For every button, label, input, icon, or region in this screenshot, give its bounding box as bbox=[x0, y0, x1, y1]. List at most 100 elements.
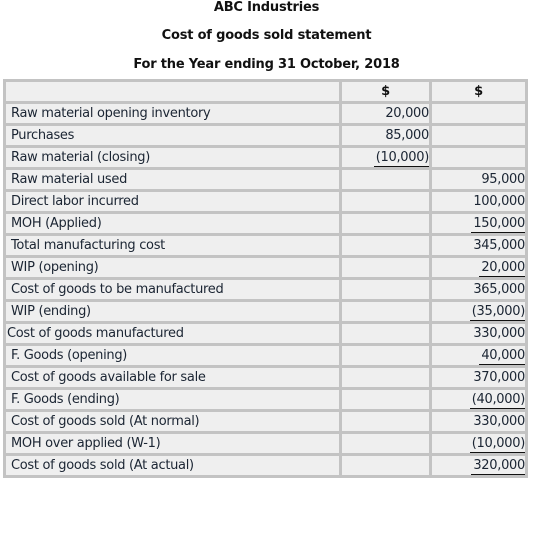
table-row: Direct labor incurred 100,000 bbox=[3, 189, 528, 214]
row-label: Raw material used bbox=[3, 167, 342, 192]
amount-value: 345,000 bbox=[473, 238, 525, 253]
amount-value bbox=[427, 269, 429, 271]
row-amount-1 bbox=[339, 431, 432, 456]
amount-value bbox=[427, 225, 429, 227]
amount-value bbox=[427, 335, 429, 337]
amount-value: 40,000 bbox=[479, 347, 525, 365]
row-label: Cost of goods sold (At normal) bbox=[3, 409, 342, 434]
table-row: Cost of goods sold (At actual) 320,000 bbox=[3, 453, 528, 478]
row-amount-1 bbox=[339, 211, 432, 236]
cogs-table: $ $ Raw material opening inventory 20,000… bbox=[3, 79, 528, 478]
row-amount-2: 95,000 bbox=[429, 167, 528, 192]
amount-value: 330,000 bbox=[473, 326, 525, 341]
row-amount-2 bbox=[429, 123, 528, 148]
row-amount-2: 150,000 bbox=[429, 211, 528, 236]
row-label: Total manufacturing cost bbox=[3, 233, 342, 258]
row-label: Cost of goods manufactured bbox=[3, 321, 342, 346]
row-label: Purchases bbox=[3, 123, 342, 148]
row-amount-2: (10,000) bbox=[429, 431, 528, 456]
table-header-row: $ $ bbox=[3, 79, 528, 104]
row-label: MOH (Applied) bbox=[3, 211, 342, 236]
amount-value bbox=[427, 357, 429, 359]
row-amount-2: 40,000 bbox=[429, 343, 528, 368]
table-row: Raw material used 95,000 bbox=[3, 167, 528, 192]
row-amount-1: (10,000) bbox=[339, 145, 432, 170]
amount-value: 330,000 bbox=[473, 414, 525, 429]
table-row: Cost of goods available for sale 370,000 bbox=[3, 365, 528, 390]
amount-value: (35,000) bbox=[469, 303, 525, 321]
header-label bbox=[3, 79, 342, 104]
amount-value bbox=[427, 247, 429, 249]
header-currency-2: $ bbox=[429, 79, 528, 104]
amount-value: 150,000 bbox=[471, 215, 525, 233]
table-row: Purchases 85,000 bbox=[3, 123, 528, 148]
amount-value: (10,000) bbox=[469, 435, 525, 453]
row-amount-1 bbox=[339, 343, 432, 368]
amount-value: (40,000) bbox=[469, 391, 525, 409]
table-row: Cost of goods manufactured 330,000 bbox=[3, 321, 528, 346]
header-currency-1: $ bbox=[339, 79, 432, 104]
row-label: Raw material (closing) bbox=[3, 145, 342, 170]
row-amount-2: 320,000 bbox=[429, 453, 528, 478]
amount-value: (10,000) bbox=[373, 149, 429, 167]
amount-value bbox=[523, 159, 525, 161]
amount-value bbox=[427, 203, 429, 205]
amount-value bbox=[427, 181, 429, 183]
row-amount-1 bbox=[339, 255, 432, 280]
amount-value: 85,000 bbox=[385, 128, 429, 143]
row-amount-1 bbox=[339, 189, 432, 214]
table-row: MOH over applied (W-1) (10,000) bbox=[3, 431, 528, 456]
row-amount-2: (40,000) bbox=[429, 387, 528, 412]
row-amount-1 bbox=[339, 387, 432, 412]
amount-value: 100,000 bbox=[473, 194, 525, 209]
row-label: Raw material opening inventory bbox=[3, 101, 342, 126]
table-row: Raw material (closing) (10,000) bbox=[3, 145, 528, 170]
amount-value bbox=[427, 379, 429, 381]
table-row: WIP (ending) (35,000) bbox=[3, 299, 528, 324]
table-row: Raw material opening inventory 20,000 bbox=[3, 101, 528, 126]
amount-value: 95,000 bbox=[481, 172, 525, 187]
row-amount-1 bbox=[339, 365, 432, 390]
row-amount-1 bbox=[339, 321, 432, 346]
row-label: Direct labor incurred bbox=[3, 189, 342, 214]
amount-value: 20,000 bbox=[479, 259, 525, 277]
amount-value: 320,000 bbox=[471, 457, 525, 475]
row-amount-1 bbox=[339, 277, 432, 302]
row-label: F. Goods (ending) bbox=[3, 387, 342, 412]
amount-value bbox=[427, 401, 429, 403]
table-row: F. Goods (ending) (40,000) bbox=[3, 387, 528, 412]
amount-value bbox=[427, 313, 429, 315]
row-amount-2 bbox=[429, 101, 528, 126]
row-label: MOH over applied (W-1) bbox=[3, 431, 342, 456]
table-row: WIP (opening) 20,000 bbox=[3, 255, 528, 280]
row-amount-2: 365,000 bbox=[429, 277, 528, 302]
amount-value: 20,000 bbox=[385, 106, 429, 121]
amount-value bbox=[427, 467, 429, 469]
row-amount-1 bbox=[339, 167, 432, 192]
amount-value: 370,000 bbox=[473, 370, 525, 385]
row-amount-1: 85,000 bbox=[339, 123, 432, 148]
amount-value bbox=[427, 291, 429, 293]
row-amount-2: 20,000 bbox=[429, 255, 528, 280]
company-name: ABC Industries bbox=[213, 0, 320, 15]
amount-value: 365,000 bbox=[473, 282, 525, 297]
row-amount-2: (35,000) bbox=[429, 299, 528, 324]
row-amount-1 bbox=[339, 409, 432, 434]
table-row: Total manufacturing cost 345,000 bbox=[3, 233, 528, 258]
row-amount-1 bbox=[339, 233, 432, 258]
amount-value bbox=[523, 115, 525, 117]
amount-value bbox=[523, 137, 525, 139]
statement-period: For the Year ending 31 October, 2018 bbox=[133, 57, 400, 72]
table-row: Cost of goods to be manufactured 365,000 bbox=[3, 277, 528, 302]
amount-value bbox=[427, 423, 429, 425]
row-amount-2: 100,000 bbox=[429, 189, 528, 214]
table-row: F. Goods (opening) 40,000 bbox=[3, 343, 528, 368]
row-label: WIP (ending) bbox=[3, 299, 342, 324]
statement-title: Cost of goods sold statement bbox=[161, 28, 372, 43]
row-amount-2: 330,000 bbox=[429, 321, 528, 346]
row-label: Cost of goods to be manufactured bbox=[3, 277, 342, 302]
row-label: WIP (opening) bbox=[3, 255, 342, 280]
row-amount-1 bbox=[339, 299, 432, 324]
table-row: Cost of goods sold (At normal) 330,000 bbox=[3, 409, 528, 434]
row-label: Cost of goods available for sale bbox=[3, 365, 342, 390]
